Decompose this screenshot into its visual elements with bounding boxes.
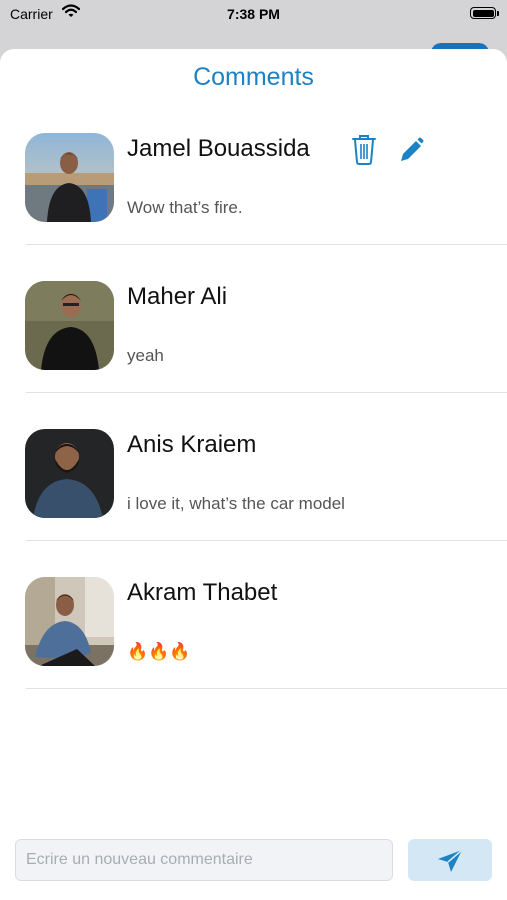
pencil-icon[interactable]: [396, 132, 426, 166]
comment-author: Anis Kraiem: [127, 431, 257, 458]
comment-text: yeah: [127, 346, 164, 365]
comments-sheet: Comments Jamel Bouassida Wow that’s fire…: [0, 49, 507, 900]
divider: [26, 688, 507, 689]
comment-item: Anis Kraiem i love it, what’s the car mo…: [0, 393, 507, 541]
comment-item: Akram Thabet 🔥🔥🔥: [0, 541, 507, 689]
paper-plane-icon: [438, 849, 463, 872]
comment-input[interactable]: [15, 839, 393, 881]
comment-author: Jamel Bouassida: [127, 135, 310, 162]
comment-text: Wow that’s fire.: [127, 198, 243, 217]
comment-item: Maher Ali yeah: [0, 245, 507, 393]
status-bar: Carrier 7:38 PM: [0, 0, 507, 30]
avatar: [25, 281, 114, 370]
comment-item: Jamel Bouassida Wow that’s fire.: [0, 97, 507, 245]
trash-icon[interactable]: [349, 132, 379, 166]
avatar: [25, 577, 114, 666]
battery-icon: [470, 7, 499, 19]
clock: 7:38 PM: [227, 6, 280, 22]
send-button[interactable]: [408, 839, 492, 881]
comment-text: i love it, what’s the car model: [127, 494, 345, 513]
comment-text: 🔥🔥🔥: [127, 642, 191, 661]
comment-author: Akram Thabet: [127, 579, 278, 606]
comment-author: Maher Ali: [127, 283, 228, 310]
page-title: Comments: [193, 63, 314, 91]
avatar: [25, 133, 114, 222]
avatar: [25, 429, 114, 518]
